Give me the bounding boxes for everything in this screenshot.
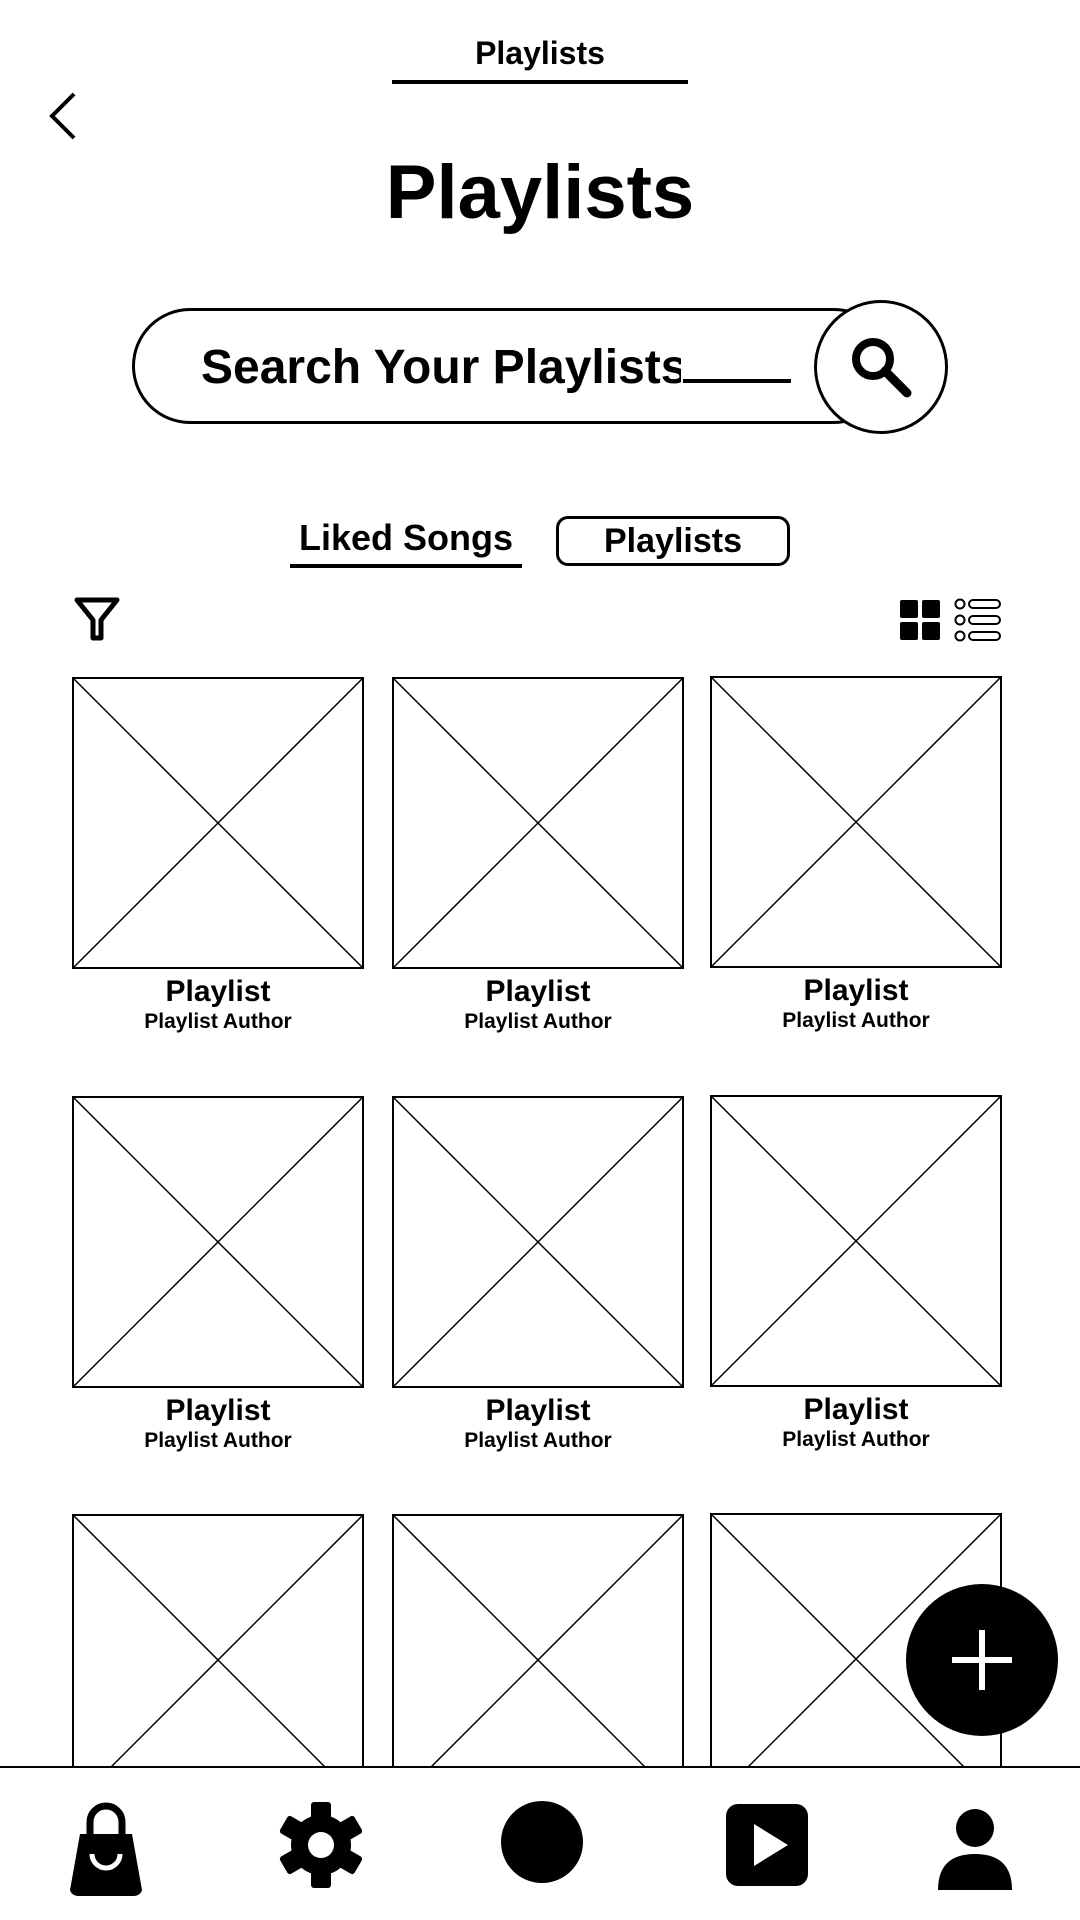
- nav-item-player[interactable]: [726, 1804, 808, 1886]
- filter-button[interactable]: [74, 596, 120, 642]
- playlist-title: Playlist: [803, 1393, 909, 1426]
- chevron-left-icon: [49, 92, 76, 140]
- playlist-thumbnail-placeholder: [72, 1096, 364, 1388]
- playlist-card[interactable]: [392, 1514, 684, 1806]
- plus-icon: [952, 1630, 1012, 1690]
- playlist-card[interactable]: Playlist Playlist Author: [72, 677, 364, 1035]
- search-caret: [683, 379, 791, 383]
- playlist-thumbnail-placeholder: [392, 1096, 684, 1388]
- back-button[interactable]: [40, 88, 88, 144]
- playlist-title: Playlist: [485, 975, 591, 1008]
- playlist-card[interactable]: Playlist Playlist Author: [710, 1095, 1002, 1453]
- list-view-icon: [954, 598, 1001, 642]
- playlist-card[interactable]: Playlist Playlist Author: [392, 1096, 684, 1454]
- filter-icon: [74, 597, 120, 641]
- search-input[interactable]: [201, 337, 681, 397]
- playlist-author: Playlist Author: [464, 1429, 612, 1452]
- playlist-thumbnail-placeholder: [710, 676, 1002, 968]
- playlist-author: Playlist Author: [782, 1009, 930, 1032]
- nav-item-profile[interactable]: [938, 1808, 1012, 1890]
- nav-item-shop[interactable]: [68, 1798, 144, 1898]
- playlist-thumbnail-placeholder: [392, 1514, 684, 1806]
- playlist-thumbnail-placeholder: [72, 677, 364, 969]
- tab-playlists[interactable]: Playlists: [556, 516, 790, 566]
- bottom-nav: [0, 1766, 1080, 1920]
- search-icon: [852, 338, 912, 398]
- shopping-bag-icon: [70, 1802, 142, 1897]
- playlist-title: Playlist: [165, 1394, 271, 1427]
- circle-icon: [501, 1801, 583, 1883]
- playlist-card[interactable]: [72, 1514, 364, 1806]
- search-bar: [132, 308, 892, 424]
- tab-liked-songs[interactable]: Liked Songs: [290, 514, 522, 568]
- grid-view-button[interactable]: [900, 600, 940, 640]
- playlist-title: Playlist: [165, 975, 271, 1008]
- playlist-thumbnail-placeholder: [72, 1514, 364, 1806]
- page-title: Playlists: [385, 150, 695, 235]
- playlist-card[interactable]: Playlist Playlist Author: [392, 677, 684, 1035]
- playlist-author: Playlist Author: [144, 1429, 292, 1452]
- nav-item-settings[interactable]: [276, 1800, 366, 1890]
- play-icon: [726, 1804, 808, 1886]
- user-icon: [938, 1809, 1012, 1890]
- playlist-card[interactable]: Playlist Playlist Author: [72, 1096, 364, 1454]
- playlist-title: Playlist: [485, 1394, 591, 1427]
- playlist-thumbnail-placeholder: [392, 677, 684, 969]
- playlist-author: Playlist Author: [782, 1428, 930, 1451]
- search-button[interactable]: [814, 300, 948, 434]
- playlist-card[interactable]: Playlist Playlist Author: [710, 676, 1002, 1034]
- gear-icon: [279, 1802, 363, 1888]
- playlist-title: Playlist: [803, 974, 909, 1007]
- playlist-author: Playlist Author: [464, 1010, 612, 1033]
- playlist-author: Playlist Author: [144, 1010, 292, 1033]
- grid-view-icon: [900, 600, 940, 640]
- add-playlist-button[interactable]: [906, 1584, 1058, 1736]
- playlist-thumbnail-placeholder: [710, 1095, 1002, 1387]
- list-view-button[interactable]: [954, 598, 1002, 642]
- top-tab-playlists[interactable]: Playlists: [392, 30, 688, 84]
- nav-item-home[interactable]: [500, 1800, 584, 1884]
